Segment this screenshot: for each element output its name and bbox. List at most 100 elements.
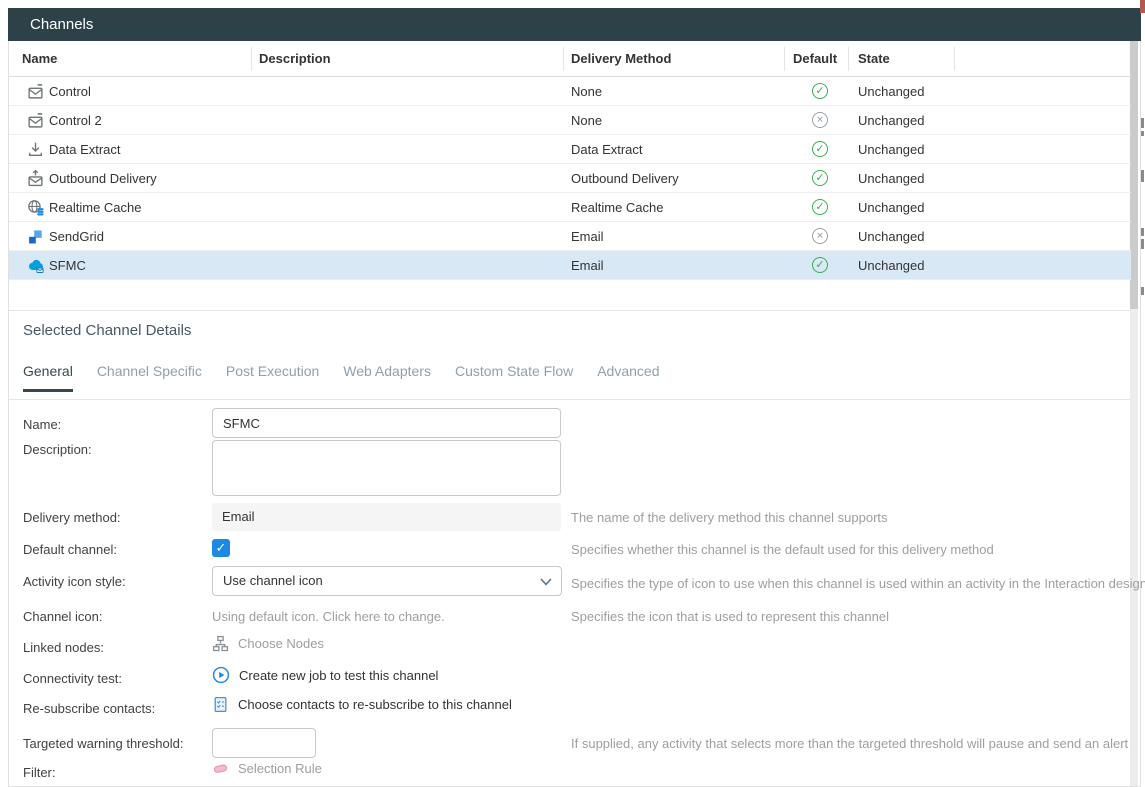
channel-icon-help: Specifies the icon that is used to repre…: [571, 609, 889, 624]
table-row[interactable]: Realtime Cache Realtime Cache Unchanged: [9, 193, 1131, 222]
channel-name: Outbound Delivery: [49, 171, 157, 186]
activity-icon-style-select[interactable]: Use channel icon: [212, 566, 562, 596]
panel-title: Channels: [30, 16, 93, 33]
channel-delivery-method: Data Extract: [571, 142, 643, 157]
channel-state: Unchanged: [858, 84, 925, 99]
linked-nodes-label: Linked nodes:: [23, 640, 104, 655]
table-row-selected[interactable]: SFMC Email Unchanged: [9, 251, 1131, 280]
targeted-warning-threshold-help: If supplied, any activity that selects m…: [571, 736, 1128, 751]
targeted-warning-threshold-input[interactable]: [212, 728, 316, 758]
scrollbar-thumb[interactable]: [1130, 41, 1138, 309]
column-header-default[interactable]: Default: [793, 51, 837, 66]
background-window-sliver: [1140, 0, 1145, 13]
tab-channel-specific[interactable]: Channel Specific: [97, 363, 202, 392]
description-textarea[interactable]: [212, 440, 561, 496]
section-divider: [9, 310, 1131, 311]
default-channel-help: Specifies whether this channel is the de…: [571, 542, 994, 557]
column-header-delivery-method[interactable]: Delivery Method: [571, 51, 671, 66]
channels-panel: Name Description Delivery Method Default…: [8, 41, 1141, 787]
channel-delivery-method: Outbound Delivery: [571, 171, 679, 186]
filter-label: Filter:: [23, 765, 56, 780]
details-heading: Selected Channel Details: [23, 322, 191, 339]
resubscribe-contacts-label: Re-subscribe contacts:: [23, 701, 155, 716]
table-row[interactable]: SendGrid Email Unchanged: [9, 222, 1131, 251]
delivery-method-value: Email: [212, 503, 561, 531]
details-tabs: General Channel Specific Post Execution …: [23, 363, 660, 392]
channel-name: Realtime Cache: [49, 200, 142, 215]
table-header: Name Description Delivery Method Default…: [9, 41, 1131, 77]
envelope-up-icon: [27, 170, 44, 187]
table-row[interactable]: Control 2 None Unchanged: [9, 106, 1131, 135]
salesforce-cloud-icon: [27, 257, 44, 274]
default-yes-icon: [812, 257, 828, 273]
vertical-scrollbar[interactable]: [1130, 41, 1138, 786]
channel-delivery-method: Realtime Cache: [571, 200, 664, 215]
background-window-sliver: [1141, 131, 1144, 136]
channel-state: Unchanged: [858, 200, 925, 215]
description-label: Description:: [23, 442, 92, 457]
name-input[interactable]: [212, 408, 561, 438]
document-check-icon: [212, 696, 229, 713]
channel-delivery-method: Email: [571, 258, 604, 273]
selection-rule-button[interactable]: Selection Rule: [212, 760, 322, 777]
control-envelope-icon: [27, 112, 44, 129]
globe-database-icon: [27, 199, 44, 216]
tab-web-adapters[interactable]: Web Adapters: [343, 363, 431, 392]
activity-icon-style-value: Use channel icon: [223, 573, 323, 588]
background-window-sliver: [1141, 287, 1144, 295]
connectivity-test-label: Connectivity test:: [23, 671, 122, 686]
play-circle-icon: [212, 666, 230, 684]
table-row[interactable]: Data Extract Data Extract Unchanged: [9, 135, 1131, 164]
tab-post-execution[interactable]: Post Execution: [226, 363, 319, 392]
default-channel-checkbox[interactable]: ✓: [212, 539, 230, 557]
default-no-icon: [812, 112, 828, 128]
activity-icon-style-help: Specifies the type of icon to use when t…: [571, 576, 1145, 591]
default-yes-icon: [812, 141, 828, 157]
channel-name: SendGrid: [49, 229, 104, 244]
table-row[interactable]: Outbound Delivery Outbound Delivery Unch…: [9, 164, 1131, 193]
tabs-underline: [9, 399, 1131, 400]
channel-state: Unchanged: [858, 258, 925, 273]
tab-custom-state-flow[interactable]: Custom State Flow: [455, 363, 573, 392]
channel-state: Unchanged: [858, 142, 925, 157]
background-window-sliver: [1141, 228, 1144, 236]
background-window-sliver: [1141, 239, 1144, 249]
delivery-method-label: Delivery method:: [23, 510, 121, 525]
column-header-description[interactable]: Description: [259, 51, 331, 66]
channel-delivery-method: Email: [571, 229, 604, 244]
download-icon: [27, 141, 44, 158]
column-header-name[interactable]: Name: [22, 51, 57, 66]
tab-advanced[interactable]: Advanced: [597, 363, 659, 392]
channel-icon-label: Channel icon:: [23, 609, 103, 624]
column-header-state[interactable]: State: [858, 51, 890, 66]
hierarchy-icon: [212, 635, 229, 652]
default-yes-icon: [812, 83, 828, 99]
selection-rule-link: Selection Rule: [238, 761, 322, 776]
choose-nodes-link: Choose Nodes: [238, 636, 324, 651]
default-channel-label: Default channel:: [23, 542, 117, 557]
connectivity-test-link: Create new job to test this channel: [239, 668, 438, 683]
resubscribe-contacts-button[interactable]: Choose contacts to re-subscribe to this …: [212, 696, 512, 713]
channel-name: Control: [49, 84, 91, 99]
channel-state: Unchanged: [858, 229, 925, 244]
default-yes-icon: [812, 199, 828, 215]
channel-icon-link[interactable]: Using default icon. Click here to change…: [212, 609, 445, 624]
channel-name: Data Extract: [49, 142, 121, 157]
table-row[interactable]: Control None Unchanged: [9, 77, 1131, 106]
sendgrid-icon: [27, 228, 44, 245]
background-window-sliver: [1141, 170, 1144, 182]
chevron-down-icon: [539, 575, 553, 589]
connectivity-test-button[interactable]: Create new job to test this channel: [212, 666, 438, 684]
selection-rule-icon: [212, 760, 229, 777]
channel-state: Unchanged: [858, 171, 925, 186]
tab-general[interactable]: General: [23, 363, 73, 392]
channels-panel-titlebar: Channels: [8, 8, 1141, 41]
default-no-icon: [812, 228, 828, 244]
activity-icon-style-label: Activity icon style:: [23, 574, 126, 589]
channel-name: SFMC: [49, 258, 86, 273]
targeted-warning-threshold-label: Targeted warning threshold:: [23, 736, 183, 751]
choose-nodes-button[interactable]: Choose Nodes: [212, 635, 324, 652]
control-envelope-icon: [27, 83, 44, 100]
delivery-method-help: The name of the delivery method this cha…: [571, 510, 888, 525]
channel-delivery-method: None: [571, 113, 602, 128]
